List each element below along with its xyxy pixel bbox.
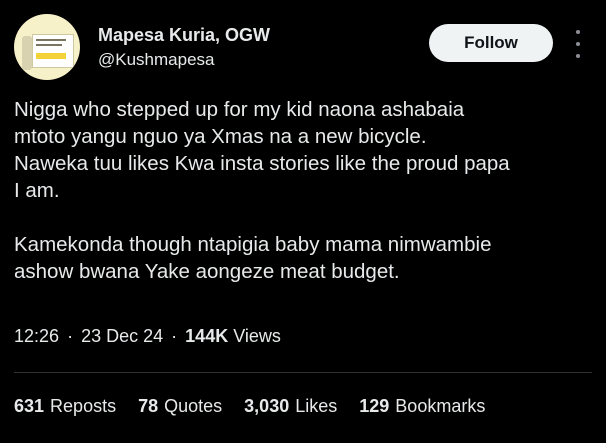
engagement-stats: 631 Reposts 78 Quotes 3,030 Likes 129 Bookma… bbox=[14, 396, 507, 417]
quotes-stat[interactable]: 78 Quotes bbox=[138, 396, 222, 417]
follow-button[interactable]: Follow bbox=[429, 24, 553, 62]
bookmarks-stat[interactable]: 129 Bookmarks bbox=[359, 396, 485, 417]
quotes-count: 78 bbox=[138, 396, 159, 416]
avatar[interactable] bbox=[14, 14, 80, 80]
tweet-date[interactable]: 23 Dec 24 bbox=[81, 326, 163, 346]
tweet-time[interactable]: 12:26 bbox=[14, 326, 59, 346]
tweet-line: Naweka tuu likes Kwa insta stories like … bbox=[14, 152, 510, 175]
reposts-label: Reposts bbox=[50, 396, 117, 416]
avatar-figure bbox=[22, 36, 32, 70]
tweet-line: I am. bbox=[14, 179, 60, 202]
tweet-meta: 12:26 · 23 Dec 24 · 144K Views bbox=[14, 326, 281, 347]
avatar-line bbox=[36, 39, 66, 41]
likes-count: 3,030 bbox=[244, 396, 290, 416]
reposts-stat[interactable]: 631 Reposts bbox=[14, 396, 116, 417]
tweet-line: Nigga who stepped up for my kid naona as… bbox=[14, 98, 465, 121]
tweet-text: Nigga who stepped up for my kid naona as… bbox=[14, 96, 604, 285]
more-dot bbox=[576, 30, 580, 34]
tweet-line: Kamekonda though ntapigia baby mama nimw… bbox=[14, 233, 492, 256]
quotes-label: Quotes bbox=[164, 396, 223, 416]
meta-separator: · bbox=[171, 326, 178, 346]
more-options-icon[interactable] bbox=[570, 30, 586, 58]
likes-stat[interactable]: 3,030 Likes bbox=[244, 396, 337, 417]
reposts-count: 631 bbox=[14, 396, 45, 416]
likes-label: Likes bbox=[295, 396, 338, 416]
views-count: 144K bbox=[185, 326, 229, 346]
bookmarks-count: 129 bbox=[359, 396, 390, 416]
avatar-label bbox=[36, 53, 66, 59]
author-name[interactable]: Mapesa Kuria, OGW bbox=[98, 25, 270, 46]
tweet-line: mtoto yangu nguo ya Xmas na a new bicycl… bbox=[14, 125, 427, 148]
more-dot bbox=[576, 42, 580, 46]
avatar-line bbox=[36, 44, 62, 46]
tweet-line: ashow bwana Yake aongeze meat budget. bbox=[14, 260, 400, 283]
bookmarks-label: Bookmarks bbox=[395, 396, 486, 416]
views-label: Views bbox=[233, 326, 281, 346]
more-dot bbox=[576, 54, 580, 58]
meta-separator: · bbox=[67, 326, 74, 346]
author-handle[interactable]: @Kushmapesa bbox=[98, 50, 215, 70]
divider bbox=[14, 372, 592, 373]
